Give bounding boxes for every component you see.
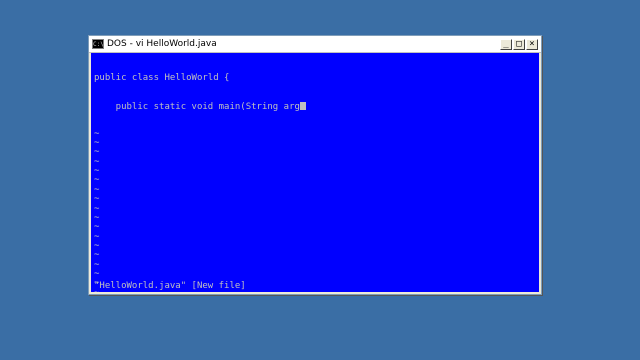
tilde-marker: ~ (94, 268, 100, 279)
code-line: public class HelloWorld { (94, 72, 230, 83)
code-line-with-cursor: public static void main(String arg (94, 101, 536, 112)
tilde-marker: ~ (94, 184, 100, 195)
text-cursor (299, 101, 306, 110)
empty-line-markers: ~~~~~~~~~~~~~~~~~~~~~ (94, 128, 536, 292)
tilde-marker: ~ (94, 128, 100, 139)
tilde-marker: ~ (94, 194, 100, 205)
title-bar[interactable]: C:\ DOS - vi HelloWorld.java _ □ × (89, 36, 541, 53)
vi-editor-console[interactable]: public class HelloWorld { public static … (91, 53, 539, 292)
tilde-marker: ~ (94, 138, 100, 149)
tilde-marker: ~ (94, 259, 100, 270)
tilde-marker: ~ (94, 175, 100, 186)
code-line-text: public static void main(String arg (94, 101, 300, 112)
command-prompt-icon[interactable]: C:\ (92, 39, 104, 49)
close-button[interactable]: × (526, 38, 538, 50)
tilde-marker: ~ (94, 222, 100, 233)
window-title: DOS - vi HelloWorld.java (107, 39, 217, 49)
tilde-marker: ~ (94, 240, 100, 251)
tilde-marker: ~ (94, 166, 100, 177)
tilde-marker: ~ (94, 212, 100, 223)
dos-window: C:\ DOS - vi HelloWorld.java _ □ × publi… (88, 35, 542, 295)
tilde-marker: ~ (94, 147, 100, 158)
minimize-button[interactable]: _ (500, 38, 512, 50)
vi-status-line: "HelloWorld.java" [New file] (94, 280, 246, 291)
tilde-marker: ~ (94, 203, 100, 214)
tilde-marker: ~ (94, 156, 100, 167)
tilde-marker: ~ (94, 231, 100, 242)
maximize-button[interactable]: □ (513, 38, 525, 50)
tilde-marker: ~ (94, 250, 100, 261)
